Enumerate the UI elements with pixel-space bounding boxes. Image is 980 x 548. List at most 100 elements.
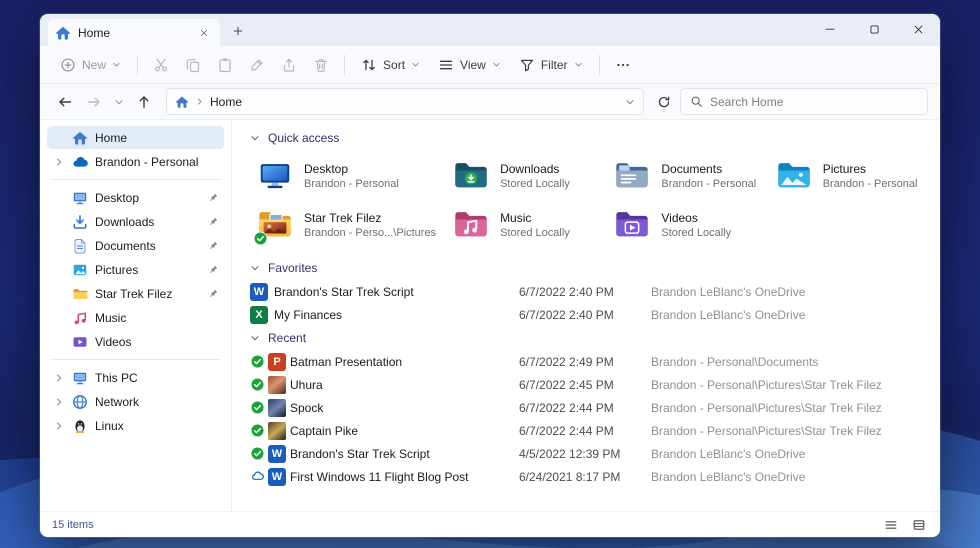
section-header-quick-access[interactable]: Quick access [250,126,926,150]
chevron-down-icon [411,60,420,69]
copy-button[interactable] [178,51,208,79]
command-bar: New Sort View Filter [40,46,940,84]
rename-button[interactable] [242,51,272,79]
breadcrumb-home[interactable]: Home [210,95,242,109]
refresh-button[interactable] [651,89,677,115]
view-button[interactable]: View [430,51,509,79]
quick-access-tile-music[interactable]: Music Stored Locally [446,202,603,248]
desktop-folder-icon [256,157,294,195]
file-location: Brandon - Personal\Pictures\Star Trek Fi… [651,423,882,438]
new-button[interactable]: New [52,51,129,79]
expand-chevron-icon[interactable] [52,371,65,384]
file-name: Batman Presentation [290,354,403,369]
file-row[interactable]: Spock 6/7/2022 2:44 PM Brandon - Persona… [250,396,926,419]
word-file-icon [268,444,286,463]
new-icon [60,57,76,73]
file-location: Brandon LeBlanc's OneDrive [651,307,806,322]
sidebar-item-pictures[interactable]: Pictures [47,258,224,281]
sidebar-item-linux[interactable]: Linux [47,414,224,437]
explorer-content: Home Brandon - Personal Desktop Download… [40,120,940,511]
expand-chevron-icon[interactable] [52,155,65,168]
file-name: Brandon's Star Trek Script [274,284,414,299]
sort-button[interactable]: Sort [353,51,428,79]
sidebar-item-videos[interactable]: Videos [47,330,224,353]
documents-icon [72,238,88,254]
delete-button[interactable] [306,51,336,79]
filter-button[interactable]: Filter [511,51,591,79]
minimize-button[interactable] [808,14,852,44]
quick-access-tile-desktop[interactable]: Desktop Brandon - Personal [250,153,442,199]
file-row[interactable]: Uhura 6/7/2022 2:45 PM Brandon - Persona… [250,373,926,396]
section-header-favorites[interactable]: Favorites [250,256,926,280]
file-name: Spock [290,400,324,415]
file-row[interactable]: Captain Pike 6/7/2022 2:44 PM Brandon - … [250,419,926,442]
back-button[interactable] [52,89,78,115]
powerpoint-file-icon [268,352,286,371]
rename-icon [249,57,265,73]
up-button[interactable] [131,89,157,115]
sidebar-item-documents[interactable]: Documents [47,234,224,257]
cut-icon [153,57,169,73]
quick-access-tile-downloads[interactable]: Downloads Stored Locally [446,153,603,199]
file-row[interactable]: Batman Presentation 6/7/2022 2:49 PM Bra… [250,350,926,373]
minimize-icon [823,22,837,36]
sidebar-item-onedrive-personal[interactable]: Brandon - Personal [47,150,224,173]
file-row[interactable]: First Windows 11 Flight Blog Post 6/24/2… [250,465,926,488]
details-view-button[interactable] [910,516,928,534]
sidebar-item-network[interactable]: Network [47,390,224,413]
sidebar-item-this-pc[interactable]: This PC [47,366,224,389]
sidebar-item-home[interactable]: Home [47,126,224,149]
file-row[interactable]: Brandon's Star Trek Script 6/7/2022 2:40… [250,280,926,303]
filter-button-label: Filter [540,57,568,72]
search-input[interactable] [710,94,918,109]
see-more-button[interactable] [608,51,638,79]
sidebar-item-label: Downloads [95,214,155,229]
pin-icon [207,216,219,228]
home-icon [175,95,189,109]
forward-button[interactable] [81,89,107,115]
expand-chevron-icon[interactable] [52,419,65,432]
sidebar-item-downloads[interactable]: Downloads [47,210,224,233]
sidebar-item-star-trek-filez[interactable]: Star Trek Filez [47,282,224,305]
new-button-label: New [82,57,107,72]
close-button[interactable] [896,14,940,44]
sort-button-label: Sort [383,57,406,72]
pin-icon [207,192,219,204]
sidebar-item-music[interactable]: Music [47,306,224,329]
expand-chevron-icon[interactable] [52,395,65,408]
section-header-recent[interactable]: Recent [250,326,926,350]
new-tab-button[interactable] [226,19,250,43]
cut-button[interactable] [146,51,176,79]
address-bar[interactable]: Home [166,88,644,115]
quick-access-tile-documents[interactable]: Documents Brandon - Personal [607,153,764,199]
maximize-button[interactable] [852,14,896,44]
address-dropdown-icon[interactable] [625,97,635,107]
quick-access-tile-star-trek-filez[interactable]: Star Trek Filez Brandon - Perso...\Pictur… [250,202,442,248]
file-row[interactable]: Brandon's Star Trek Script 4/5/2022 12:3… [250,442,926,465]
chevron-down-icon [574,60,583,69]
search-icon [690,95,703,108]
share-button[interactable] [274,51,304,79]
tab-close-icon[interactable] [195,24,213,42]
section-title: Quick access [268,131,340,145]
tab-home[interactable]: Home [48,19,220,46]
word-file-icon [268,467,286,486]
file-name: Captain Pike [290,423,359,438]
tile-name: Star Trek Filez [304,211,382,225]
chevron-down-icon [114,97,124,107]
share-icon [281,57,297,73]
sidebar-item-desktop[interactable]: Desktop [47,186,224,209]
tile-subtitle: Stored Locally [500,178,570,190]
sync-status-icon [250,377,265,392]
quick-access-tile-videos[interactable]: Videos Stored Locally [607,202,764,248]
pictures-folder-icon [775,157,813,195]
image-thumbnail-icon [268,398,286,417]
list-view-button[interactable] [882,516,900,534]
file-row[interactable]: My Finances 6/7/2022 2:40 PM Brandon LeB… [250,303,926,326]
paste-button[interactable] [210,51,240,79]
quick-access-tile-pictures[interactable]: Pictures Brandon - Personal [769,153,926,199]
recent-locations-button[interactable] [110,89,128,115]
